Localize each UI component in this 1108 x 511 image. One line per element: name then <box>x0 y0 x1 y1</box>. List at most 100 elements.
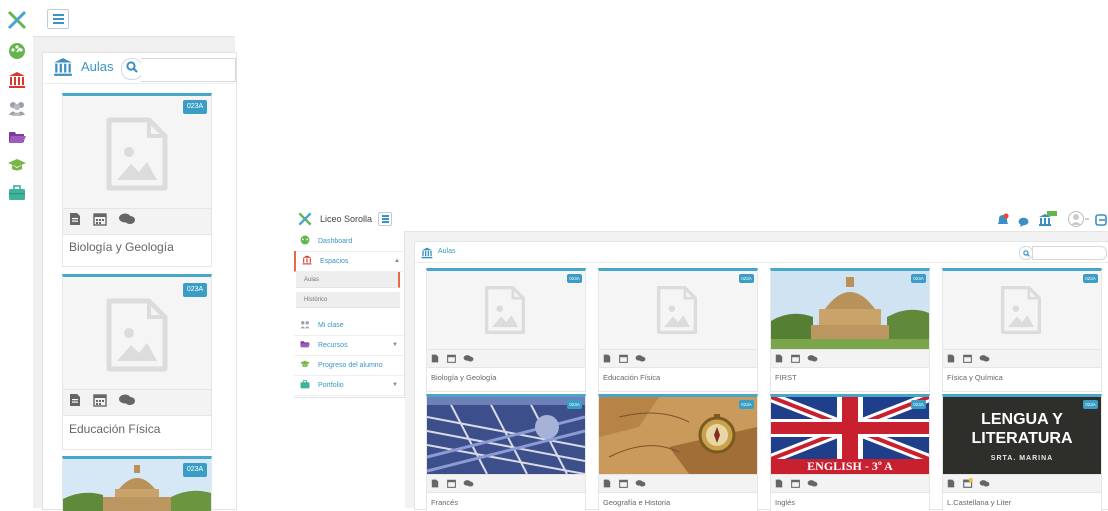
notifications-icon[interactable] <box>996 213 1010 231</box>
sidebar-item-espacios[interactable]: Espacios ▲ <box>294 251 406 272</box>
card-toolbar <box>771 349 929 368</box>
search-button[interactable] <box>1019 246 1033 260</box>
zoom-topbar <box>33 0 235 37</box>
calendar-icon[interactable] <box>93 212 107 231</box>
room-badge: 023A <box>567 274 582 283</box>
school-name[interactable]: Liceo Sorolla <box>320 214 372 224</box>
course-photo <box>599 397 757 474</box>
chat-icon[interactable] <box>463 350 474 368</box>
chat-icon[interactable] <box>807 475 818 493</box>
card-toolbar <box>599 474 757 493</box>
folder-icon[interactable] <box>7 127 27 147</box>
document-icon[interactable] <box>431 475 439 493</box>
sidebar-item-mi-clase[interactable]: Mi clase <box>294 315 404 336</box>
panel-header: Aulas <box>415 242 1108 263</box>
room-badge: 023A <box>1083 400 1098 409</box>
image-caption-line3: SRTA. MARINA <box>990 455 1054 462</box>
chat-icon[interactable] <box>979 475 990 493</box>
search-input[interactable] <box>141 58 236 82</box>
card-toolbar <box>771 474 929 493</box>
calendar-icon[interactable] <box>447 350 456 368</box>
chat-icon[interactable] <box>807 350 818 368</box>
sidebar-item-label: Progreso del alumno <box>318 361 383 369</box>
menu-toggle-icon[interactable] <box>378 212 392 226</box>
calendar-icon[interactable] <box>791 475 800 493</box>
document-icon[interactable] <box>603 350 611 368</box>
document-icon[interactable] <box>947 475 955 493</box>
logo-icon[interactable] <box>7 10 27 30</box>
room-badge: 023A <box>739 400 754 409</box>
dashboard-icon[interactable] <box>7 41 27 61</box>
document-icon[interactable] <box>431 350 439 368</box>
image-caption-line1: LENGUA Y <box>981 411 1063 428</box>
chat-icon[interactable] <box>635 350 646 368</box>
chevron-up-icon: ▲ <box>394 258 400 264</box>
chat-icon[interactable] <box>635 475 646 493</box>
chat-icon[interactable] <box>118 393 136 412</box>
card-toolbar <box>63 389 211 416</box>
course-card[interactable]: 023A Física y Química <box>942 268 1102 392</box>
users-icon[interactable] <box>7 98 27 118</box>
course-card[interactable]: 023A Francés <box>426 394 586 511</box>
institution-switch-icon[interactable] <box>1039 211 1057 232</box>
search-icon <box>1022 244 1030 262</box>
card-toolbar <box>427 474 585 493</box>
chat-icon[interactable] <box>979 350 990 368</box>
chat-icon[interactable] <box>463 475 474 493</box>
page-title: Aulas <box>81 59 114 74</box>
document-icon[interactable] <box>603 475 611 493</box>
sidebar-item-progreso[interactable]: Progreso del alumno <box>294 355 404 376</box>
calendar-icon[interactable] <box>963 350 972 368</box>
course-title: Inglés <box>775 498 796 507</box>
course-card[interactable]: LENGUA Y LITERATURA SRTA. MARINA 023A L.… <box>942 394 1102 511</box>
course-card[interactable]: 023A Geografía e Historia <box>598 394 758 511</box>
room-badge: 023A <box>183 463 207 477</box>
calendar-icon[interactable] <box>619 350 628 368</box>
sidebar-item-portfolio[interactable]: Portfolio ▼ <box>294 375 404 396</box>
document-icon[interactable] <box>69 393 81 412</box>
sidebar-subitem-historico[interactable]: Histórico <box>296 292 400 308</box>
calendar-icon[interactable] <box>447 475 456 493</box>
document-icon[interactable] <box>947 350 955 368</box>
sidebar-item-label: Dashboard <box>318 237 353 245</box>
calendar-notification-icon[interactable] <box>963 475 973 493</box>
course-card[interactable]: 023A Educación Física <box>62 274 212 450</box>
search-input[interactable] <box>1032 246 1107 260</box>
document-icon[interactable] <box>775 475 783 493</box>
course-photo <box>771 271 929 349</box>
course-title: Francés <box>431 498 459 507</box>
course-card[interactable]: ENGLISH - 3º A 023A Inglés <box>770 394 930 511</box>
graduation-cap-icon[interactable] <box>7 155 27 175</box>
search-icon <box>126 60 138 78</box>
sidebar-item-dashboard[interactable]: Dashboard <box>294 231 404 252</box>
sidebar-item-recursos[interactable]: Recursos ▼ <box>294 335 404 356</box>
course-title: L.Castellana y Liter <box>947 498 1012 507</box>
chat-icon[interactable] <box>118 212 136 231</box>
institution-icon <box>53 57 73 82</box>
document-icon[interactable] <box>775 350 783 368</box>
course-card[interactable]: 023A Biología y Geología <box>426 268 586 392</box>
calendar-icon[interactable] <box>93 393 107 412</box>
institution-icon[interactable] <box>7 70 27 90</box>
logout-icon[interactable] <box>1095 213 1107 231</box>
course-card[interactable]: 023A <box>62 456 212 511</box>
card-toolbar <box>63 208 211 235</box>
briefcase-icon[interactable] <box>7 183 27 203</box>
course-photo: ENGLISH - 3º A <box>771 397 929 474</box>
course-card[interactable]: 023A FIRST <box>770 268 930 392</box>
logo-icon[interactable] <box>298 212 312 231</box>
messages-icon[interactable] <box>1018 214 1029 232</box>
course-title: Biología y Geología <box>69 240 174 254</box>
course-card[interactable]: 023A Educación Física <box>598 268 758 392</box>
sidebar-subitem-aulas[interactable]: Aulas <box>296 272 400 288</box>
course-card[interactable]: 023A Biología y Geología <box>62 93 212 267</box>
sidebar-item-label: Espacios <box>320 257 349 265</box>
document-icon[interactable] <box>69 212 81 231</box>
institution-icon <box>300 255 314 267</box>
search-button[interactable] <box>121 58 143 80</box>
calendar-icon[interactable] <box>791 350 800 368</box>
image-caption-line2: LITERATURA <box>971 430 1073 447</box>
calendar-icon[interactable] <box>619 475 628 493</box>
user-avatar-icon[interactable] <box>1068 211 1090 232</box>
menu-toggle-icon[interactable] <box>47 9 69 29</box>
